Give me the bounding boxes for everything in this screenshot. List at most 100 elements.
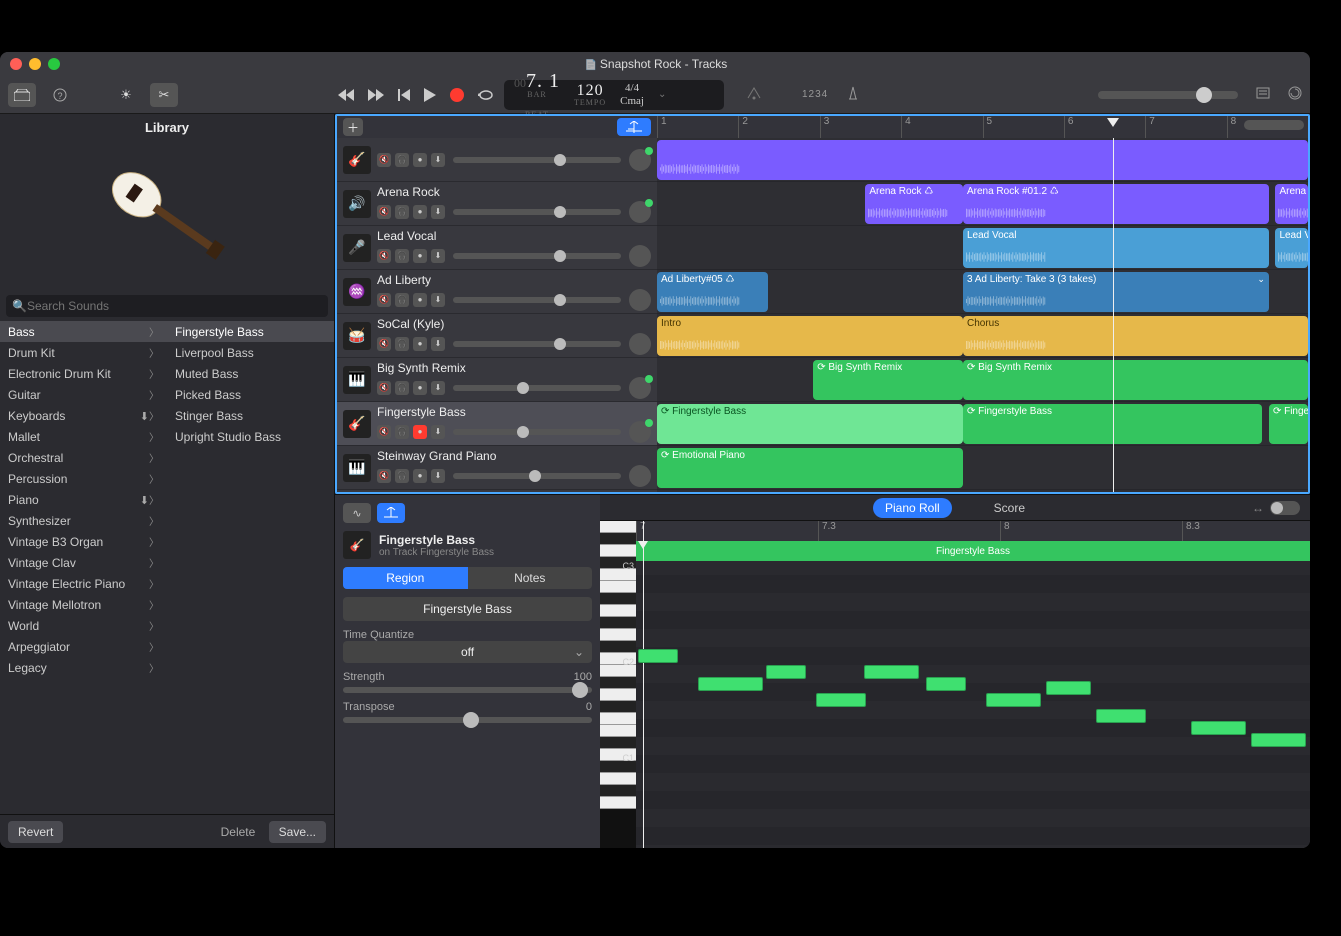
solo-button[interactable]: 🎧 bbox=[395, 153, 409, 167]
region[interactable]: Lead Vocal bbox=[1275, 228, 1308, 268]
track-volume-slider[interactable] bbox=[453, 253, 621, 259]
library-item[interactable]: Electronic Drum Kit〉 bbox=[0, 363, 167, 384]
input-monitor-button[interactable]: ⬇ bbox=[431, 425, 445, 439]
minimize-window-button[interactable] bbox=[29, 58, 41, 70]
input-monitor-button[interactable]: ⬇ bbox=[431, 337, 445, 351]
library-item[interactable]: Piano⬇︎〉 bbox=[0, 489, 167, 510]
lcd-menu-chevron-icon[interactable]: ⌄ bbox=[658, 89, 666, 100]
track-volume-slider[interactable] bbox=[453, 473, 621, 479]
region[interactable] bbox=[657, 140, 1308, 180]
input-monitor-button[interactable]: ⬇ bbox=[431, 205, 445, 219]
input-monitor-button[interactable]: ⬇ bbox=[431, 153, 445, 167]
record-enable-button[interactable]: ● bbox=[413, 153, 427, 167]
track-volume-slider[interactable] bbox=[453, 157, 621, 163]
mute-button[interactable]: 🔇 bbox=[377, 153, 391, 167]
playhead[interactable] bbox=[1113, 138, 1114, 492]
tab-score[interactable]: Score bbox=[982, 498, 1037, 518]
piano-roll-ruler[interactable]: 77.388.3 bbox=[636, 521, 1310, 541]
track-header[interactable]: 🎸🔇🎧●⬇ bbox=[337, 138, 657, 182]
record-enable-button[interactable]: ● bbox=[413, 469, 427, 483]
region[interactable]: Arena Rock ♺ bbox=[865, 184, 963, 224]
solo-button[interactable]: 🎧 bbox=[395, 337, 409, 351]
region[interactable]: ⟳ Big Synth Remix bbox=[963, 360, 1308, 400]
mute-button[interactable]: 🔇 bbox=[377, 337, 391, 351]
pan-knob[interactable] bbox=[629, 201, 651, 223]
record-enable-button[interactable]: ● bbox=[413, 425, 427, 439]
pan-knob[interactable] bbox=[629, 377, 651, 399]
region[interactable]: ⟳ Big Synth Remix bbox=[813, 360, 963, 400]
track-instrument-icon[interactable]: 🥁 bbox=[343, 322, 371, 350]
track-lane[interactable]: Lead VocalLead Vocal bbox=[657, 226, 1308, 270]
library-item[interactable]: Bass〉 bbox=[0, 321, 167, 342]
solo-button[interactable]: 🎧 bbox=[395, 205, 409, 219]
metronome-button[interactable] bbox=[846, 86, 860, 103]
library-column-categories[interactable]: Bass〉Drum Kit〉Electronic Drum Kit〉Guitar… bbox=[0, 321, 167, 814]
library-item[interactable]: Picked Bass bbox=[167, 384, 334, 405]
record-button[interactable] bbox=[450, 88, 464, 102]
library-item[interactable]: Percussion〉 bbox=[0, 468, 167, 489]
loop-browser-button[interactable] bbox=[1288, 86, 1302, 103]
close-window-button[interactable] bbox=[10, 58, 22, 70]
record-enable-button[interactable]: ● bbox=[413, 249, 427, 263]
tuner-button[interactable] bbox=[746, 86, 762, 103]
track-header[interactable]: 🎤Lead Vocal🔇🎧●⬇ bbox=[337, 226, 657, 270]
track-instrument-icon[interactable]: 🎹 bbox=[343, 366, 371, 394]
track-header[interactable]: 🎹Steinway Grand Piano🔇🎧●⬇ bbox=[337, 446, 657, 490]
library-search-input[interactable] bbox=[27, 299, 322, 313]
library-item[interactable]: Upright Studio Bass bbox=[167, 426, 334, 447]
library-item[interactable]: Vintage Clav〉 bbox=[0, 552, 167, 573]
cycle-button[interactable] bbox=[478, 89, 494, 101]
input-monitor-button[interactable]: ⬇ bbox=[431, 469, 445, 483]
input-monitor-button[interactable]: ⬇ bbox=[431, 293, 445, 307]
track-lane[interactable]: IntroChorus bbox=[657, 314, 1308, 358]
editor-preset-button[interactable]: Fingerstyle Bass bbox=[343, 597, 592, 621]
track-lane[interactable] bbox=[657, 138, 1308, 182]
midi-note[interactable] bbox=[638, 649, 678, 663]
midi-note[interactable] bbox=[1251, 733, 1306, 747]
strength-slider[interactable] bbox=[343, 687, 592, 693]
track-lane[interactable]: ⟳ Emotional Piano bbox=[657, 446, 1308, 490]
region[interactable]: Ad Liberty#05 ♺ bbox=[657, 272, 768, 312]
midi-note[interactable] bbox=[816, 693, 866, 707]
library-item[interactable]: Vintage B3 Organ〉 bbox=[0, 531, 167, 552]
track-instrument-icon[interactable]: 🎹 bbox=[343, 454, 371, 482]
quantize-select[interactable]: off bbox=[343, 641, 592, 663]
mute-button[interactable]: 🔇 bbox=[377, 425, 391, 439]
library-item[interactable]: Keyboards⬇︎〉 bbox=[0, 405, 167, 426]
track-volume-slider[interactable] bbox=[453, 297, 621, 303]
library-item[interactable]: Legacy〉 bbox=[0, 657, 167, 678]
mute-button[interactable]: 🔇 bbox=[377, 469, 391, 483]
mute-button[interactable]: 🔇 bbox=[377, 293, 391, 307]
track-instrument-icon[interactable]: 🔊 bbox=[343, 190, 371, 218]
editor-link-button[interactable]: ∿ bbox=[343, 503, 371, 523]
region[interactable]: 3 Ad Liberty: Take 3 (3 takes)⌄ bbox=[963, 272, 1269, 312]
input-monitor-button[interactable]: ⬇ bbox=[431, 381, 445, 395]
midi-note[interactable] bbox=[986, 693, 1041, 707]
record-enable-button[interactable]: ● bbox=[413, 381, 427, 395]
track-lane[interactable]: ⟳ Fingerstyle Bass⟳ Fingerstyle Bass⟳ Fi… bbox=[657, 402, 1308, 446]
forward-button[interactable] bbox=[368, 89, 384, 101]
library-column-patches[interactable]: Fingerstyle BassLiverpool BassMuted Bass… bbox=[167, 321, 334, 814]
takes-disclosure-icon[interactable]: ⌄ bbox=[1257, 274, 1265, 285]
region[interactable]: Arena R bbox=[1275, 184, 1308, 224]
region[interactable]: Chorus bbox=[963, 316, 1308, 356]
library-revert-button[interactable]: Revert bbox=[8, 821, 63, 843]
region[interactable]: ⟳ Fingerstyle Bass bbox=[657, 404, 963, 444]
quick-help-button[interactable]: ? bbox=[46, 83, 74, 107]
track-volume-slider[interactable] bbox=[453, 341, 621, 347]
input-monitor-button[interactable]: ⬇ bbox=[431, 249, 445, 263]
library-item[interactable]: Vintage Electric Piano〉 bbox=[0, 573, 167, 594]
record-enable-button[interactable]: ● bbox=[413, 205, 427, 219]
library-item[interactable]: Liverpool Bass bbox=[167, 342, 334, 363]
track-instrument-icon[interactable]: ♒ bbox=[343, 278, 371, 306]
library-search[interactable]: 🔍 bbox=[6, 295, 328, 317]
notepad-button[interactable] bbox=[1256, 87, 1270, 102]
library-item[interactable]: Arpeggiator〉 bbox=[0, 636, 167, 657]
play-button[interactable] bbox=[424, 88, 436, 102]
midi-note[interactable] bbox=[698, 677, 763, 691]
solo-button[interactable]: 🎧 bbox=[395, 293, 409, 307]
track-instrument-icon[interactable]: 🎤 bbox=[343, 234, 371, 262]
library-item[interactable]: Orchestral〉 bbox=[0, 447, 167, 468]
track-lane[interactable]: Arena Rock ♺Arena Rock #01.2 ♺Arena R bbox=[657, 182, 1308, 226]
library-item[interactable]: Synthesizer〉 bbox=[0, 510, 167, 531]
